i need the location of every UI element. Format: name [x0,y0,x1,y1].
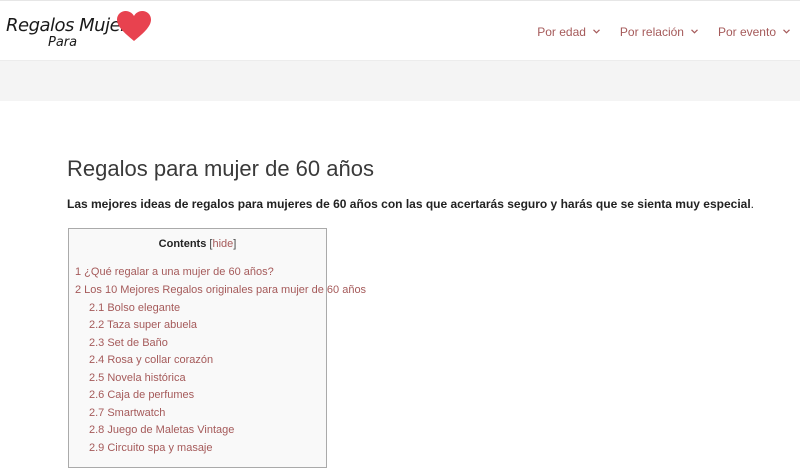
nav-item-por-relacion[interactable]: Por relación [620,25,698,39]
toc-item[interactable]: 2.4 Rosa y collar corazón [89,354,213,366]
toc-item[interactable]: 2 Los 10 Mejores Regalos originales para… [75,284,366,296]
toc-hide-link[interactable]: hide [212,238,233,250]
toc-item[interactable]: 1 ¿Qué regalar a una mujer de 60 años? [75,266,274,278]
table-of-contents: Contents [hide] 1 ¿Qué regalar a una muj… [68,228,366,468]
toc-item[interactable]: 2.7 Smartwatch [89,407,165,419]
header-band [0,61,800,101]
toc-title: Contents [158,238,207,250]
nav-item-por-edad[interactable]: Por edad [537,25,600,39]
article-intro: Las mejores ideas de regalos para mujere… [67,197,754,211]
toc-item[interactable]: 2.2 Taza super abuela [89,319,197,331]
toc-header: Contents [hide] [69,238,326,250]
toc-bracket-close: ] [233,238,237,250]
heart-icon [117,11,151,41]
logo-sub-text: Para [48,35,78,50]
page-title: Regalos para mujer de 60 años [67,156,374,181]
site-header: Regalos Mujer Para Por edad Por relación… [0,0,800,61]
toc-toggle: [hide] [209,238,236,250]
toc-item[interactable]: 2.8 Juego de Maletas Vintage [89,424,234,436]
intro-end: . [750,197,755,211]
toc-item[interactable]: 2.9 Circuito spa y masaje [89,442,213,454]
chevron-down-icon [691,29,698,34]
site-logo[interactable]: Regalos Mujer Para [4,11,151,53]
toc-item[interactable]: 2.3 Set de Baño [89,337,168,349]
toc-item[interactable]: 2.1 Bolso elegante [89,302,180,314]
nav-label: Por relación [619,24,684,39]
nav-label: Por evento [717,24,776,39]
chevron-down-icon [783,29,790,34]
intro-text: Las mejores ideas de regalos para mujere… [67,197,751,211]
nav-item-por-evento[interactable]: Por evento [718,25,790,39]
toc-item[interactable]: 2.5 Novela histórica [89,372,186,384]
nav-label: Por edad [537,24,586,39]
toc-item[interactable]: 2.6 Caja de perfumes [89,389,194,401]
logo-main-text: Regalos Mujer [6,15,128,36]
chevron-down-icon [592,29,600,34]
main-nav: Por edad Por relación Por evento [517,1,790,62]
